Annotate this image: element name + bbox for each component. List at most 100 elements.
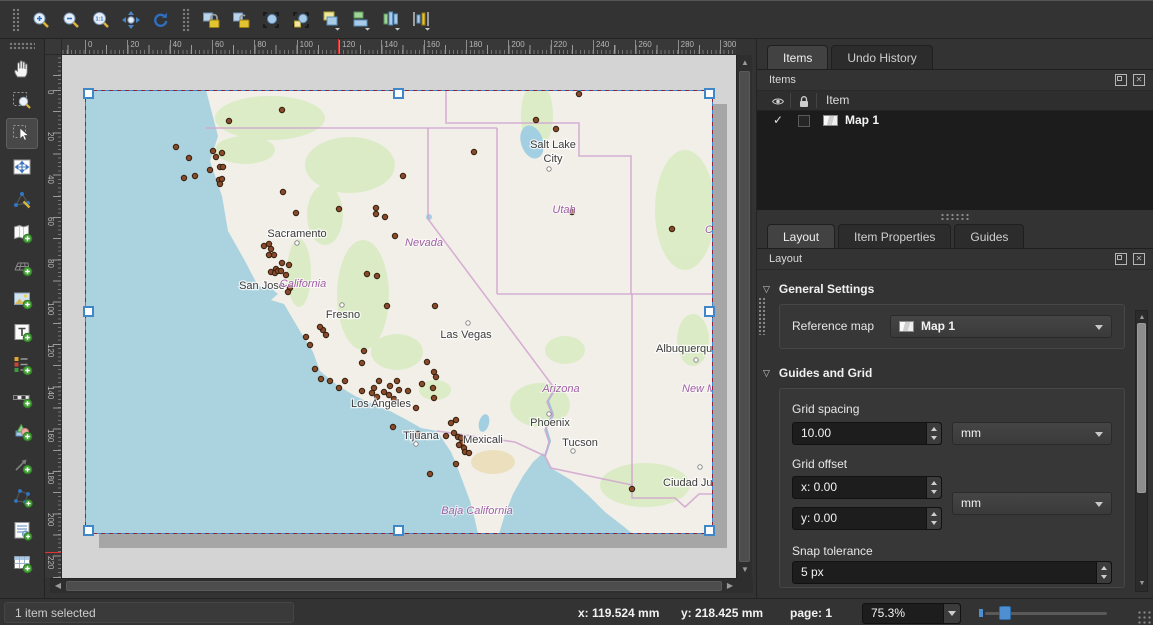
resize-selected-items-button[interactable] xyxy=(406,5,436,35)
toolbar-grip[interactable] xyxy=(9,42,35,50)
items-panel-title: Items ✕ xyxy=(757,70,1153,91)
move-item-content-tool-button[interactable] xyxy=(6,151,38,182)
reference-map-dropdown[interactable]: Map 1 xyxy=(890,315,1112,338)
zoom-tool-button[interactable] xyxy=(6,85,38,116)
zoom-in-button[interactable] xyxy=(26,5,56,35)
zoom-out-button[interactable] xyxy=(56,5,86,35)
resize-handle-n[interactable] xyxy=(393,88,404,99)
horizontal-scroll-thumb[interactable] xyxy=(66,581,722,591)
toolbar-grip[interactable] xyxy=(12,8,20,32)
window-resize-grip[interactable] xyxy=(1137,610,1151,624)
panel-scroll-thumb[interactable] xyxy=(1137,323,1146,493)
scroll-left-arrow[interactable]: ◀ xyxy=(51,579,65,593)
ungroup-items-button[interactable] xyxy=(286,5,316,35)
scrollbar-corner xyxy=(736,578,753,593)
close-panel-icon[interactable]: ✕ xyxy=(1133,74,1145,86)
refresh-button[interactable] xyxy=(146,5,176,35)
tab-layout[interactable]: Layout xyxy=(767,224,835,249)
distribute-selected-items-button[interactable] xyxy=(376,5,406,35)
tab-item-properties[interactable]: Item Properties xyxy=(838,224,951,249)
panel-scrollbar[interactable]: ▲ ▼ xyxy=(1135,310,1148,592)
close-panel-icon[interactable]: ✕ xyxy=(1133,253,1145,265)
tab-guides[interactable]: Guides xyxy=(954,224,1024,249)
grid-offset-y-input[interactable]: y: 0.00 xyxy=(792,507,942,530)
add-shape-button[interactable] xyxy=(6,415,38,446)
align-selected-items-button[interactable] xyxy=(346,5,376,35)
zoom-level-combobox[interactable]: 75.3% xyxy=(862,603,961,624)
float-panel-icon[interactable] xyxy=(1115,253,1127,265)
select-move-item-tool-button[interactable] xyxy=(6,118,38,149)
float-panel-icon[interactable] xyxy=(1115,74,1127,86)
scroll-down-arrow[interactable]: ▼ xyxy=(1135,577,1149,591)
spin-buttons[interactable] xyxy=(926,477,941,498)
zoom-full-button[interactable] xyxy=(116,5,146,35)
lock-selected-items-button[interactable] xyxy=(196,5,226,35)
city-label: Las Vegas xyxy=(440,329,492,341)
unlock-all-items-button[interactable] xyxy=(226,5,256,35)
toolbar-grip[interactable] xyxy=(182,8,190,32)
city-label: City xyxy=(544,153,563,165)
add-scalebar-button[interactable] xyxy=(6,382,38,413)
general-settings-header[interactable]: ▽General Settings xyxy=(763,282,874,296)
city-label: Ciudad Ju xyxy=(663,477,713,489)
chevron-down-icon xyxy=(1095,325,1103,330)
scroll-up-arrow[interactable]: ▲ xyxy=(738,56,752,70)
scroll-right-arrow[interactable]: ▶ xyxy=(723,579,737,593)
resize-handle-ne[interactable] xyxy=(704,88,715,99)
map-data-point xyxy=(433,374,438,379)
add-picture-button[interactable] xyxy=(6,283,38,314)
grid-spacing-input[interactable]: 10.00 xyxy=(792,422,942,445)
resize-handle-w[interactable] xyxy=(83,306,94,317)
resize-handle-sw[interactable] xyxy=(83,525,94,536)
add-arrow-button[interactable] xyxy=(6,448,38,479)
guides-and-grid-header[interactable]: ▽Guides and Grid xyxy=(763,366,872,380)
add-html-button[interactable] xyxy=(6,514,38,545)
grid-spacing-unit-dropdown[interactable]: mm xyxy=(952,422,1112,445)
add-3d-map-button[interactable] xyxy=(6,250,38,281)
raise-items-icon xyxy=(320,9,342,31)
raise-selected-items-button[interactable] xyxy=(316,5,346,35)
snap-tolerance-input[interactable]: 5 px xyxy=(792,561,1112,584)
add-label-button[interactable] xyxy=(6,316,38,347)
lock-checkbox[interactable] xyxy=(798,115,810,127)
add-node-item-button[interactable] xyxy=(6,481,38,512)
edit-nodes-item-tool-button[interactable] xyxy=(6,184,38,215)
map-item[interactable]: SacramentoSan JoseFresnoLas VegasSalt La… xyxy=(85,90,713,534)
zoom-actual-button[interactable]: 1:1 xyxy=(86,5,116,35)
grid-offset-x-input[interactable]: x: 0.00 xyxy=(792,476,942,499)
panel-splitter[interactable] xyxy=(940,213,970,220)
map-data-point xyxy=(387,383,392,388)
add-map-button[interactable] xyxy=(6,217,38,248)
resize-handle-se[interactable] xyxy=(704,525,715,536)
resize-handle-e[interactable] xyxy=(704,306,715,317)
tab-undo-history[interactable]: Undo History xyxy=(831,45,932,70)
layout-canvas[interactable]: SacramentoSan JoseFresnoLas VegasSalt La… xyxy=(62,55,736,578)
map-data-point xyxy=(392,233,397,238)
map-data-point xyxy=(396,387,401,392)
zoom-slider[interactable] xyxy=(985,612,1107,615)
add-attribute-table-button[interactable] xyxy=(6,547,38,578)
grid-offset-unit-dropdown[interactable]: mm xyxy=(952,492,1112,515)
visibility-check[interactable]: ✓ xyxy=(773,113,783,127)
city-marker xyxy=(340,303,344,307)
resize-handle-s[interactable] xyxy=(393,525,404,536)
item-row-map1[interactable]: ✓ Map 1 xyxy=(757,111,1153,132)
city-label: Tucson xyxy=(562,437,598,449)
zoom-slider-handle[interactable] xyxy=(999,606,1011,620)
lock-icon xyxy=(201,10,221,30)
spin-buttons[interactable] xyxy=(1096,562,1111,583)
group-items-button[interactable] xyxy=(256,5,286,35)
canvas-horizontal-scrollbar[interactable]: ◀ ▶ xyxy=(50,578,738,593)
tab-items[interactable]: Items xyxy=(767,45,828,70)
pan-tool-button[interactable] xyxy=(6,52,38,83)
scroll-down-arrow[interactable]: ▼ xyxy=(738,563,752,577)
zoom-dropdown-button[interactable] xyxy=(943,604,960,623)
resize-handle-nw[interactable] xyxy=(83,88,94,99)
qgis-layout-window: 1:1 0204060801001201401601802002202402 xyxy=(0,0,1153,625)
vertical-scroll-thumb[interactable] xyxy=(739,71,750,562)
ruler-label: 240 xyxy=(593,40,609,54)
spin-buttons[interactable] xyxy=(926,508,941,529)
spin-buttons[interactable] xyxy=(926,423,941,444)
add-legend-button[interactable] xyxy=(6,349,38,380)
canvas-vertical-scrollbar[interactable]: ▲ ▼ xyxy=(736,55,752,578)
